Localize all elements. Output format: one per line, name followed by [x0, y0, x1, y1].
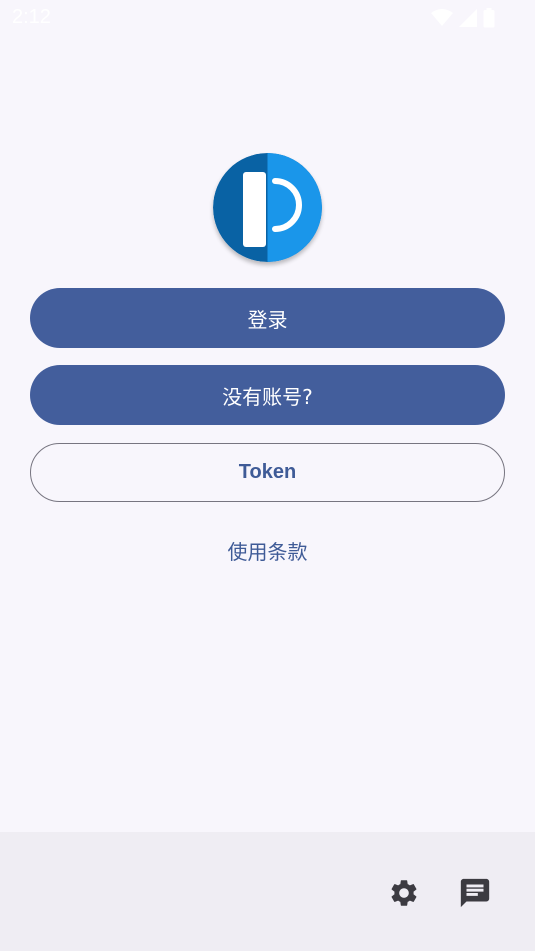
app-logo-icon	[213, 153, 322, 262]
token-button[interactable]: Token	[30, 443, 505, 502]
status-icons	[431, 8, 495, 28]
battery-icon	[483, 8, 495, 28]
status-bar: 2:12	[0, 0, 535, 36]
settings-button[interactable]	[387, 876, 421, 910]
terms-of-use-link[interactable]: 使用条款	[0, 536, 535, 565]
register-button[interactable]: 没有账号?	[30, 365, 505, 425]
bottom-bar	[0, 832, 535, 951]
message-icon	[460, 878, 490, 908]
cellular-signal-icon	[459, 9, 477, 27]
gear-icon	[391, 880, 417, 906]
message-button[interactable]	[458, 876, 492, 910]
wifi-icon	[431, 9, 453, 26]
login-button[interactable]: 登录	[30, 288, 505, 348]
status-time: 2:12	[12, 6, 51, 28]
